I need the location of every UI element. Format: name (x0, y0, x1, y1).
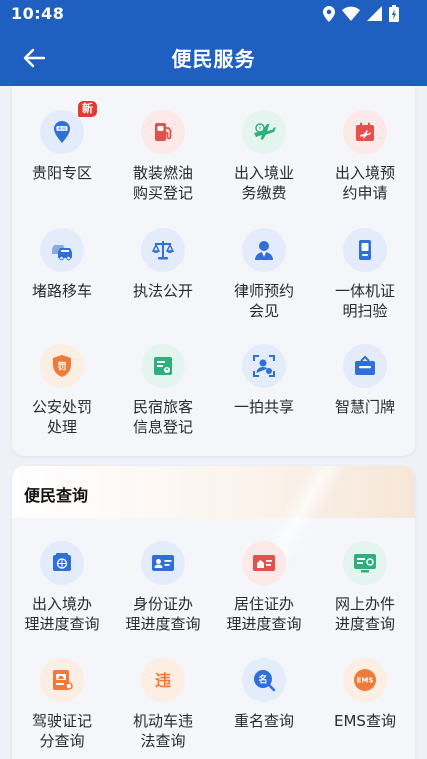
photo-share-icon (242, 344, 286, 388)
query-label: 驾驶证记 分查询 (31, 712, 92, 750)
query-label: 居住证办 理进度查询 (226, 595, 302, 633)
query-label: EMS查询 (334, 712, 396, 730)
battery-icon (389, 5, 399, 22)
service-label: 散装燃油 购买登记 (132, 164, 193, 202)
doorplate-icon (343, 344, 387, 388)
service-kiosk-verify[interactable]: 一体机证 明扫验 (315, 228, 415, 321)
location-icon (323, 5, 335, 22)
service-exit-entry-appointment[interactable]: 出入境预 约申请 (315, 110, 415, 203)
query-header: 便民查询 (12, 466, 415, 566)
service-lawyer-appointment[interactable]: 律师预约 会见 (214, 228, 314, 321)
lawyer-icon (242, 228, 286, 272)
service-smart-doorplate[interactable]: 智慧门牌 (315, 344, 415, 417)
service-label: 一体机证 明扫验 (334, 282, 395, 320)
service-label: 律师预约 会见 (233, 282, 294, 320)
nav-bar: 便民服务 (0, 28, 427, 86)
query-label: 出入境办 理进度查询 (24, 595, 100, 633)
svg-text:名: 名 (258, 674, 267, 686)
service-label: 堵路移车 (31, 282, 92, 300)
page-title: 便民服务 (171, 47, 256, 71)
query-vehicle-violation[interactable]: 违 机动车违 法查询 (113, 658, 213, 751)
name-search-icon: 名 (242, 658, 286, 702)
service-guiyang-zone[interactable]: 贵阳 新 贵阳专区 (12, 100, 112, 183)
fuel-pump-icon (141, 110, 185, 154)
residence-card-icon (242, 541, 286, 585)
status-time: 10:48 (11, 4, 65, 23)
query-license-points[interactable]: 驾驶证记 分查询 (12, 658, 112, 751)
query-label: 重名查询 (233, 712, 294, 730)
svg-text:违: 违 (155, 671, 171, 690)
map-pin-icon: 贵阳 新 (40, 100, 98, 154)
query-online-case-progress[interactable]: 网上办件 进度查询 (315, 541, 415, 634)
svg-text:贵阳: 贵阳 (58, 125, 66, 132)
service-guest-registration[interactable]: 民宿旅客 信息登记 (113, 344, 213, 437)
signal-icon (367, 6, 382, 21)
query-id-card-progress[interactable]: 身份证办 理进度查询 (113, 541, 213, 634)
plane-payment-icon: ¥ (242, 110, 286, 154)
query-ems[interactable]: EMS EMS查询 (315, 658, 415, 731)
scan-machine-icon (343, 228, 387, 272)
query-label: 网上办件 进度查询 (334, 595, 395, 633)
penalty-icon: 罚 (40, 344, 84, 388)
svg-text:¥: ¥ (258, 126, 262, 132)
svg-text:EMS: EMS (357, 677, 374, 685)
query-exit-entry-progress[interactable]: 出入境办 理进度查询 (12, 541, 112, 634)
wifi-icon (342, 6, 360, 21)
new-badge: 新 (77, 100, 98, 118)
query-section-title: 便民查询 (24, 486, 89, 505)
service-photo-share[interactable]: 一拍共享 (214, 344, 314, 417)
license-points-icon (40, 658, 84, 702)
query-label: 机动车违 法查询 (132, 712, 193, 750)
ems-icon: EMS (343, 658, 387, 702)
service-law-enforcement-disclosure[interactable]: 执法公开 (113, 228, 213, 301)
service-exit-entry-payment[interactable]: ¥ 出入境业 务缴费 (214, 110, 314, 203)
service-move-car[interactable]: 堵路移车 (12, 228, 112, 301)
service-penalty-handling[interactable]: 罚 公安处罚 处理 (12, 344, 112, 437)
service-fuel-register[interactable]: 散装燃油 购买登记 (113, 110, 213, 203)
guest-register-icon (141, 344, 185, 388)
query-duplicate-name[interactable]: 名 重名查询 (214, 658, 314, 731)
query-label: 身份证办 理进度查询 (125, 595, 201, 633)
service-label: 执法公开 (132, 282, 193, 300)
service-label: 出入境预 约申请 (334, 164, 395, 202)
id-card-icon (141, 541, 185, 585)
calendar-plane-icon (343, 110, 387, 154)
service-label: 智慧门牌 (334, 398, 395, 416)
svg-text:罚: 罚 (57, 362, 66, 373)
online-progress-icon (343, 541, 387, 585)
vehicle-violation-icon: 违 (141, 658, 185, 702)
car-icon (40, 228, 84, 272)
query-residence-permit-progress[interactable]: 居住证办 理进度查询 (214, 541, 314, 634)
status-icons (323, 5, 399, 22)
services-card: 贵阳 新 贵阳专区 散装燃油 购买登记 ¥ 出入境业 务缴费 出入境预 约申请 … (12, 86, 415, 456)
scales-icon (141, 228, 185, 272)
globe-passport-icon (40, 541, 84, 585)
service-label: 一拍共享 (233, 398, 294, 416)
status-bar: 10:48 (0, 0, 427, 28)
service-label: 出入境业 务缴费 (233, 164, 294, 202)
service-label: 公安处罚 处理 (31, 398, 92, 436)
query-card: 便民查询 出入境办 理进度查询 身份证办 理进度查询 居住证办 理进度查询 网上… (12, 466, 415, 759)
service-label: 民宿旅客 信息登记 (132, 398, 193, 436)
service-label: 贵阳专区 (31, 164, 92, 182)
